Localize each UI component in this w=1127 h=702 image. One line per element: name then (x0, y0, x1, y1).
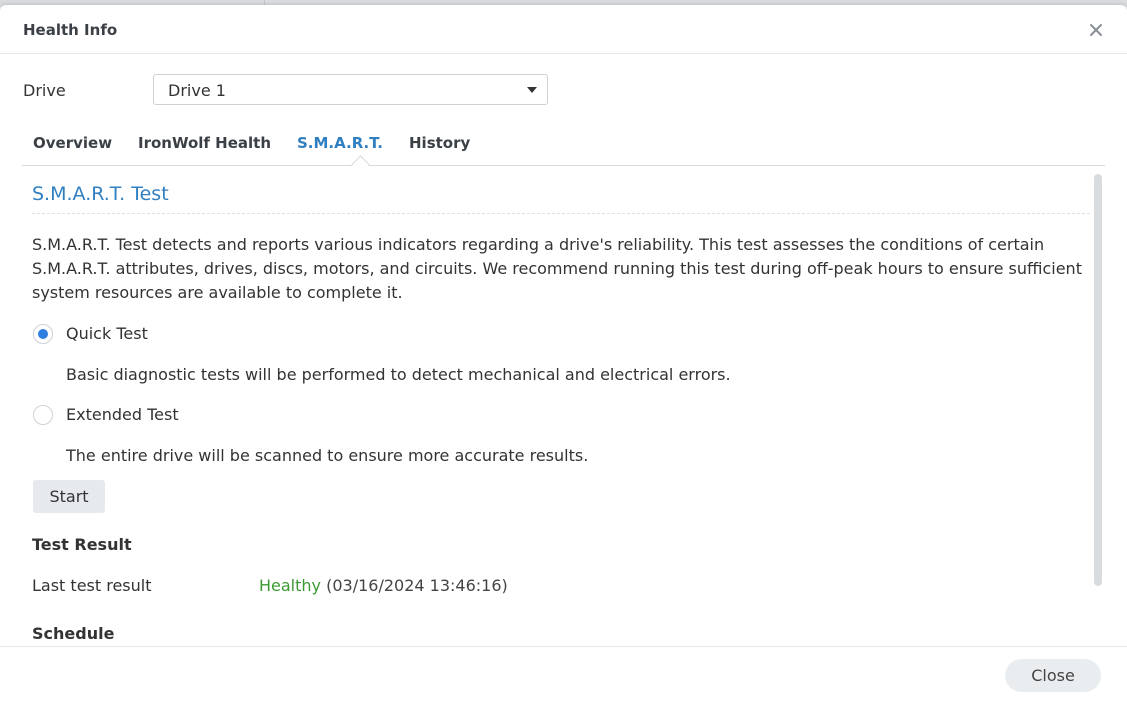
quick-test-option[interactable]: Quick Test (33, 324, 163, 346)
extended-test-label: Extended Test (66, 405, 179, 424)
health-info-dialog: Health Info Drive Drive 1 Overview IronW… (0, 5, 1127, 702)
extended-test-description: The entire drive will be scanned to ensu… (66, 446, 589, 465)
smart-description: S.M.A.R.T. Test detects and reports vari… (32, 235, 1082, 302)
status-healthy: Healthy (259, 576, 322, 595)
drive-label: Drive (23, 81, 66, 100)
schedule-heading: Schedule (32, 624, 115, 643)
scrollbar[interactable] (1094, 174, 1102, 586)
quick-test-description: Basic diagnostic tests will be performed… (66, 365, 731, 384)
dialog-title: Health Info (23, 21, 118, 39)
radio-extended-test[interactable] (33, 405, 53, 425)
tab-ironwolf-health[interactable]: IronWolf Health (138, 134, 271, 152)
chevron-down-icon (527, 87, 537, 93)
close-icon[interactable] (1083, 17, 1109, 43)
drive-select[interactable]: Drive 1 (153, 74, 548, 105)
tab-bar: Overview IronWolf Health S.M.A.R.T. Hist… (22, 125, 1105, 174)
last-test-result-value: Healthy (03/16/2024 13:46:16) (259, 576, 508, 595)
drive-select-value: Drive 1 (168, 81, 226, 100)
tab-smart[interactable]: S.M.A.R.T. (297, 134, 383, 152)
test-timestamp: (03/16/2024 13:46:16) (326, 576, 508, 595)
dialog-header: Health Info (0, 5, 1127, 54)
test-result-heading: Test Result (32, 535, 132, 554)
section-title: S.M.A.R.T. Test (32, 183, 169, 205)
start-button[interactable]: Start (33, 480, 105, 513)
close-button[interactable]: Close (1005, 659, 1101, 692)
tab-overview[interactable]: Overview (33, 134, 112, 152)
radio-dot (38, 329, 48, 339)
last-test-result-label: Last test result (32, 576, 152, 595)
extended-test-option[interactable]: Extended Test (33, 405, 183, 427)
dialog-footer: Close (0, 646, 1127, 702)
smart-panel: S.M.A.R.T. Test S.M.A.R.T. Test detects … (0, 166, 1127, 646)
divider (32, 213, 1090, 214)
tab-history[interactable]: History (409, 134, 470, 152)
quick-test-label: Quick Test (66, 324, 148, 343)
radio-quick-test[interactable] (33, 324, 53, 344)
